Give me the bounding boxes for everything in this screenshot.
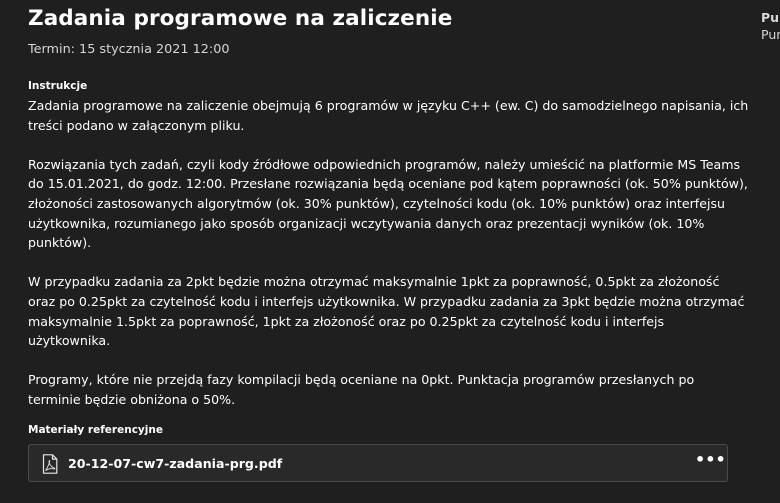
side-panel-label: Pun bbox=[761, 10, 780, 25]
instruction-paragraph: Zadania programowe na zaliczenie obejmuj… bbox=[28, 98, 749, 133]
pdf-file-icon bbox=[42, 454, 58, 474]
instruction-paragraph: W przypadku zadania za 2pkt będzie można… bbox=[28, 274, 745, 349]
more-options-button[interactable]: ••• bbox=[695, 452, 726, 473]
instruction-paragraph: Rozwiązania tych zadań, czyli kody źródł… bbox=[28, 156, 748, 251]
side-panel-value: Pun bbox=[761, 27, 780, 42]
instructions-body: Zadania programowe na zaliczenie obejmuj… bbox=[28, 96, 763, 429]
attachment-card[interactable]: 20-12-07-cw7-zadania-prg.pdf ••• bbox=[28, 444, 728, 482]
reference-materials-label: Materiały referencyjne bbox=[28, 424, 163, 436]
instruction-paragraph: Programy, które nie przejdą fazy kompila… bbox=[28, 372, 695, 407]
attachment-file-name[interactable]: 20-12-07-cw7-zadania-prg.pdf bbox=[68, 456, 282, 471]
assignment-title: Zadania programowe na zaliczenie bbox=[28, 6, 453, 31]
instructions-label: Instrukcje bbox=[28, 80, 88, 92]
due-date: Termin: 15 stycznia 2021 12:00 bbox=[28, 42, 230, 57]
